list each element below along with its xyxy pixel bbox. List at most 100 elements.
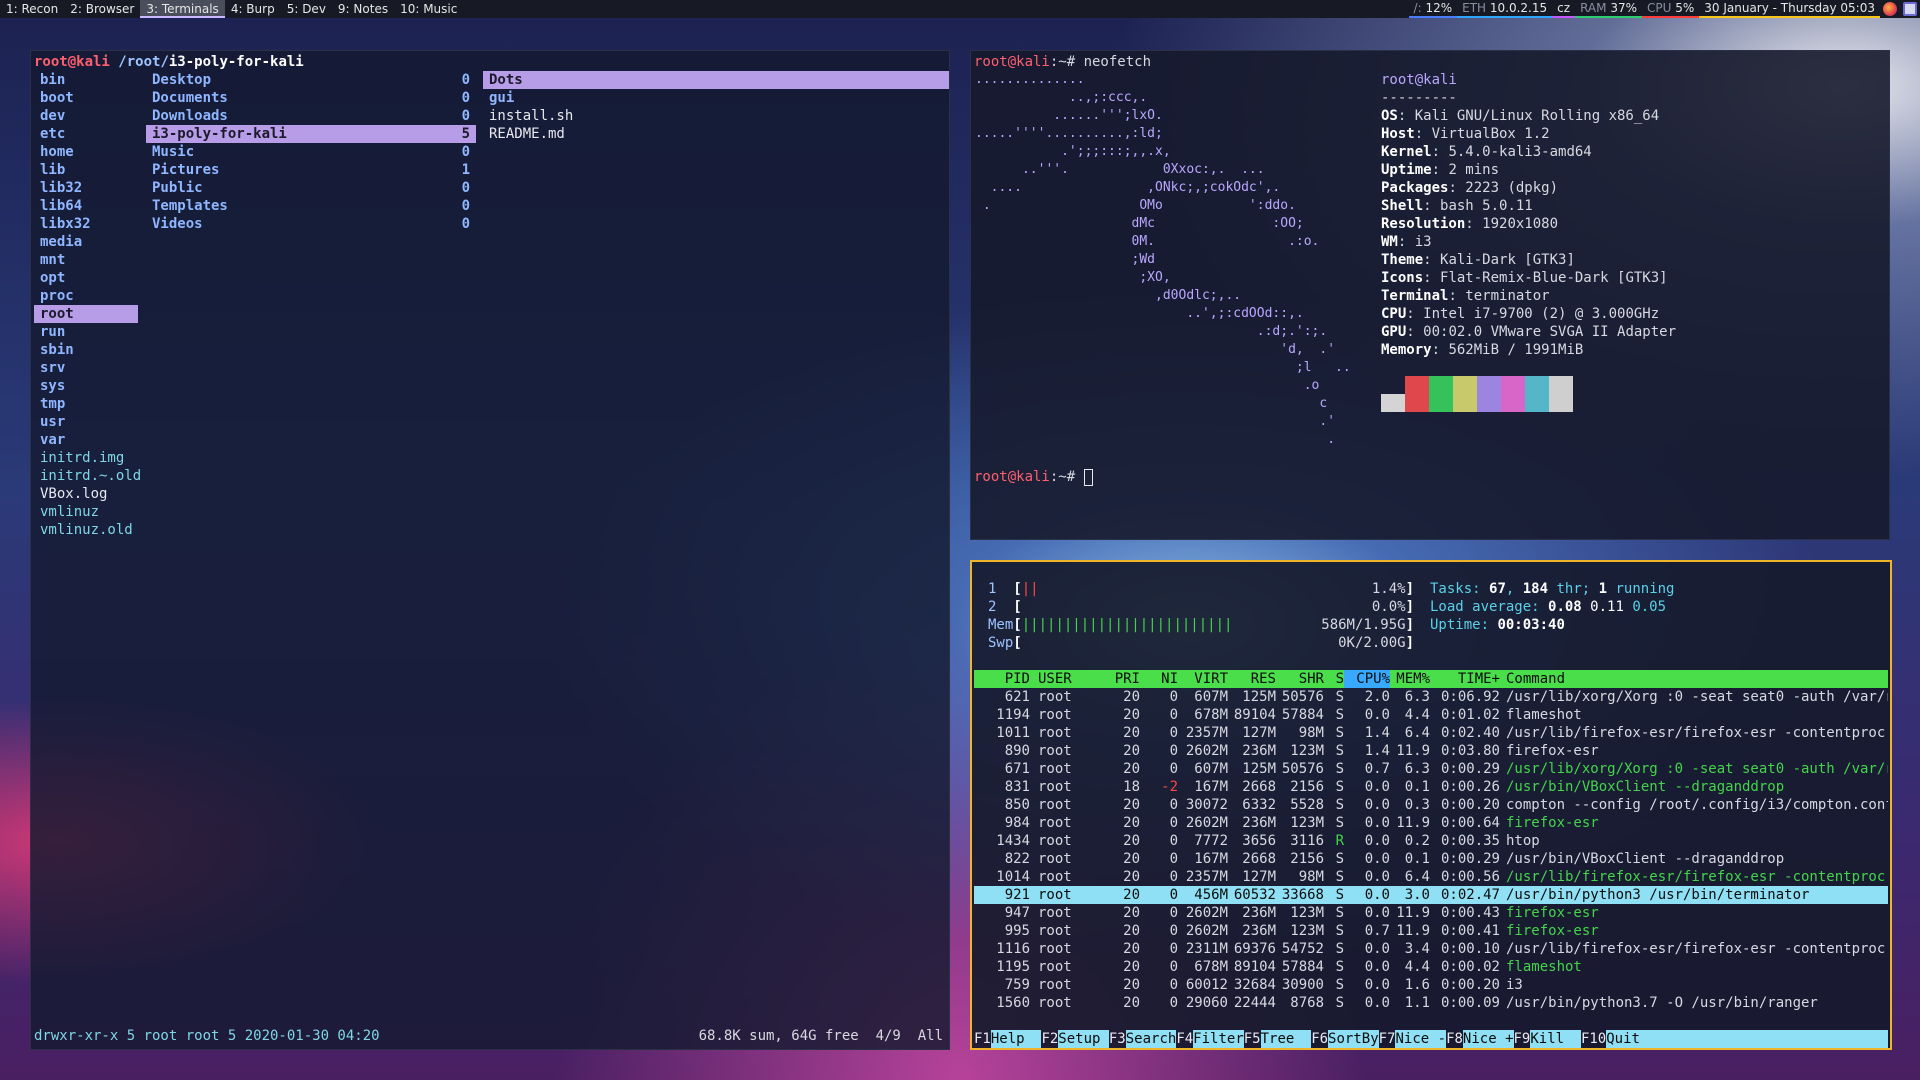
process-row[interactable]: 1194 root 20 0 678M 89104 57884 S 0.0 4.4 0:01.02 f… (974, 706, 1888, 724)
parent-entry[interactable]: lib64 (34, 197, 138, 215)
fkey-f8[interactable]: F8 (1446, 1030, 1463, 1048)
process-row[interactable]: 822 root 20 0 167M 2668 2156 S 0.0 0.1 0:00.29/usr… (974, 850, 1888, 868)
fkey-f2[interactable]: F2 (1041, 1030, 1058, 1048)
workspace-button[interactable]: 2: Browser (64, 0, 140, 18)
parent-entry[interactable]: lib32 (34, 179, 138, 197)
workspace-button[interactable]: 10: Music (394, 0, 463, 18)
process-row[interactable]: 984 root 20 0 2602M 236M 123M S 0.0 11.9 0:00.64 fi… (974, 814, 1888, 832)
fkey-f7[interactable]: F7 (1379, 1030, 1396, 1048)
fkey-f5[interactable]: F5 (1244, 1030, 1261, 1048)
process-row[interactable]: 831 root 18 -2 167M 2668 2156 S 0.0 0.1 0:00.26/us… (974, 778, 1888, 796)
fkey-label[interactable]: Tree (1260, 1030, 1312, 1048)
process-row[interactable]: 1560 root 20 0 29060 22444 8768 S 0.0 1.1 0:00.09 /… (974, 994, 1888, 1012)
fkey-label[interactable]: Nice + (1462, 1030, 1514, 1048)
fkey-f6[interactable]: F6 (1311, 1030, 1328, 1048)
col-mem[interactable]: MEM% (1390, 670, 1430, 688)
parent-entry[interactable]: media (34, 233, 138, 251)
parent-entry[interactable]: vmlinuz.old (34, 521, 138, 539)
fkey-label[interactable]: Quit (1606, 1030, 1888, 1048)
col-user[interactable]: USER (1030, 670, 1098, 688)
parent-entry[interactable]: mnt (34, 251, 138, 269)
parent-entry[interactable]: lib (34, 161, 138, 179)
current-entry[interactable]: 0 Videos (146, 215, 476, 233)
fkey-f3[interactable]: F3 (1109, 1030, 1126, 1048)
vbox-tray-icon[interactable] (1903, 2, 1917, 16)
current-entry[interactable]: 0 Documents (146, 89, 476, 107)
preview-entry[interactable]: Dots (483, 71, 949, 89)
process-row[interactable]: 621 root 20 0 607M 125M 50576 S 2.0 6.3 0:06.92/us… (974, 688, 1888, 706)
preview-entry[interactable]: gui (483, 89, 949, 107)
ranger-terminal[interactable]: root@kali /root/i3-poly-for-kali bin boot… (30, 50, 950, 1050)
parent-entry[interactable]: root (34, 305, 138, 323)
current-entry[interactable]: 0 Downloads (146, 107, 476, 125)
workspace-button[interactable]: 3: Terminals (140, 0, 225, 18)
date-module[interactable]: 30 January - Thursday 05:03 (1699, 0, 1880, 18)
parent-entry[interactable]: boot (34, 89, 138, 107)
col-ni[interactable]: NI (1140, 670, 1178, 688)
parent-entry[interactable]: bin (34, 71, 138, 89)
current-entry[interactable]: 0 Public (146, 179, 476, 197)
fkey-f4[interactable]: F4 (1176, 1030, 1193, 1048)
col-shr[interactable]: SHR (1276, 670, 1324, 688)
process-row[interactable]: 1195 root 20 0 678M 89104 57884 S 0.0 4.4 0:00.02 f… (974, 958, 1888, 976)
col-cpu[interactable]: CPU% (1344, 670, 1390, 688)
htop-terminal[interactable]: 1 [|| 1.4%] 2 [ 0.0%] Mem[||||||||||||||… (970, 560, 1892, 1050)
fkey-label[interactable]: Filter (1193, 1030, 1244, 1048)
current-entry[interactable]: 5 i3-poly-for-kali (146, 125, 476, 143)
parent-entry[interactable]: home (34, 143, 138, 161)
fkey-label[interactable]: Help (990, 1030, 1042, 1048)
fkey-f9[interactable]: F9 (1514, 1030, 1531, 1048)
parent-entry[interactable]: srv (34, 359, 138, 377)
col-pid[interactable]: PID (974, 670, 1030, 688)
process-row[interactable]: 1434 root 20 0 7772 3656 3116 R 0.0 0.2 0:00.35 hto… (974, 832, 1888, 850)
parent-entry[interactable]: run (34, 323, 138, 341)
parent-entry[interactable]: proc (34, 287, 138, 305)
preview-entry[interactable]: install.sh (483, 107, 949, 125)
process-row[interactable]: 890 root 20 0 2602M 236M 123M S 1.4 11.9 0:03.80 fi… (974, 742, 1888, 760)
current-entry[interactable]: 1 Pictures (146, 161, 476, 179)
parent-entry[interactable]: opt (34, 269, 138, 287)
parent-entry[interactable]: tmp (34, 395, 138, 413)
current-entry[interactable]: 0 Desktop (146, 71, 476, 89)
process-row[interactable]: 995 root 20 0 2602M 236M 123M S 0.7 11.9 0:00.41 fi… (974, 922, 1888, 940)
fkey-f10[interactable]: F10 (1581, 1030, 1606, 1048)
col-pri[interactable]: PRI (1098, 670, 1140, 688)
parent-entry[interactable]: vmlinuz (34, 503, 138, 521)
fkey-f1[interactable]: F1 (974, 1030, 991, 1048)
parent-entry[interactable]: initrd.img (34, 449, 138, 467)
process-row[interactable]: 947 root 20 0 2602M 236M 123M S 0.0 11.9 0:00.43 fi… (974, 904, 1888, 922)
parent-entry[interactable]: sbin (34, 341, 138, 359)
firefox-tray-icon[interactable] (1883, 2, 1897, 16)
neofetch-terminal[interactable]: root@kali:~# neofetch .............. ..,… (970, 50, 1890, 540)
process-row[interactable]: 671 root 20 0 607M 125M 50576 S 0.7 6.3 0:00.29/us… (974, 760, 1888, 778)
workspace-button[interactable]: 4: Burp (225, 0, 281, 18)
col-virt[interactable]: VIRT (1178, 670, 1228, 688)
col-time[interactable]: TIME+ (1430, 670, 1500, 688)
workspace-button[interactable]: 1: Recon (0, 0, 64, 18)
parent-entry[interactable]: etc (34, 125, 138, 143)
preview-entry[interactable]: README.md (483, 125, 949, 143)
process-row[interactable]: 921 root 20 0 456M 60532 33668 S 0.0 3.0 0:02.47/u… (974, 886, 1888, 904)
fkey-label[interactable]: Setup (1058, 1030, 1109, 1048)
fkey-label[interactable]: Nice - (1395, 1030, 1447, 1048)
fkey-label[interactable]: Kill (1530, 1030, 1581, 1048)
parent-entry[interactable]: libx32 (34, 215, 138, 233)
current-entry[interactable]: 0 Music (146, 143, 476, 161)
parent-entry[interactable]: usr (34, 413, 138, 431)
parent-entry[interactable]: VBox.log (34, 485, 138, 503)
parent-entry[interactable]: dev (34, 107, 138, 125)
process-row[interactable]: 759 root 20 0 60012 32684 30900 S 0.0 1.6 0:00.20 i… (974, 976, 1888, 994)
process-row[interactable]: 1116 root 20 0 2311M 69376 54752 S 0.0 3.4 0:00.10… (974, 940, 1888, 958)
process-row[interactable]: 1014 root 20 0 2357M 127M 98M S 0.0 6.4 0:00.56/us… (974, 868, 1888, 886)
col-command[interactable]: Command (1500, 670, 1888, 688)
parent-entry[interactable]: var (34, 431, 138, 449)
workspace-button[interactable]: 9: Notes (332, 0, 394, 18)
fkey-label[interactable]: SortBy (1328, 1030, 1379, 1048)
col-state[interactable]: S (1324, 670, 1344, 688)
current-entry[interactable]: 0 Templates (146, 197, 476, 215)
col-res[interactable]: RES (1228, 670, 1276, 688)
fkey-label[interactable]: Search (1125, 1030, 1177, 1048)
parent-entry[interactable]: initrd.~.old (34, 467, 141, 485)
keyboard-layout-module[interactable]: cz (1552, 0, 1576, 18)
process-row[interactable]: 1011 root 20 0 2357M 127M 98M S 1.4 6.4 0:02.40/us… (974, 724, 1888, 742)
